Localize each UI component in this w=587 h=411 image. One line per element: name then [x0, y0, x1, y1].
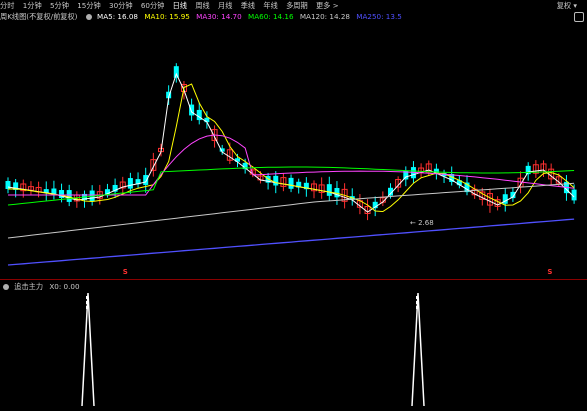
indicator-spike — [411, 292, 425, 407]
low-price-label: ← 2.68 — [410, 219, 434, 227]
candle-body — [273, 175, 279, 186]
candle-body — [326, 184, 332, 196]
indicator-spike — [81, 292, 95, 407]
signal-s-marker: S — [123, 268, 128, 276]
candle-body — [127, 178, 133, 189]
candle-body — [173, 66, 179, 78]
signal-s-marker: S — [547, 268, 552, 276]
candle-body — [143, 175, 149, 185]
candle-body — [5, 180, 11, 190]
indicator-settings-icon[interactable] — [3, 284, 9, 290]
panel-divider — [0, 279, 587, 280]
indicator-name: 追击主力 — [14, 282, 44, 291]
candle-body — [288, 177, 294, 189]
indicator-value: X0: 0.00 — [49, 282, 80, 291]
kline-chart[interactable]: ← 2.68 S S — [0, 0, 587, 411]
indicator-legend: 追击主力 X0: 0.00 — [0, 281, 80, 293]
ma250-line — [7, 218, 575, 266]
candle-body — [66, 190, 72, 202]
